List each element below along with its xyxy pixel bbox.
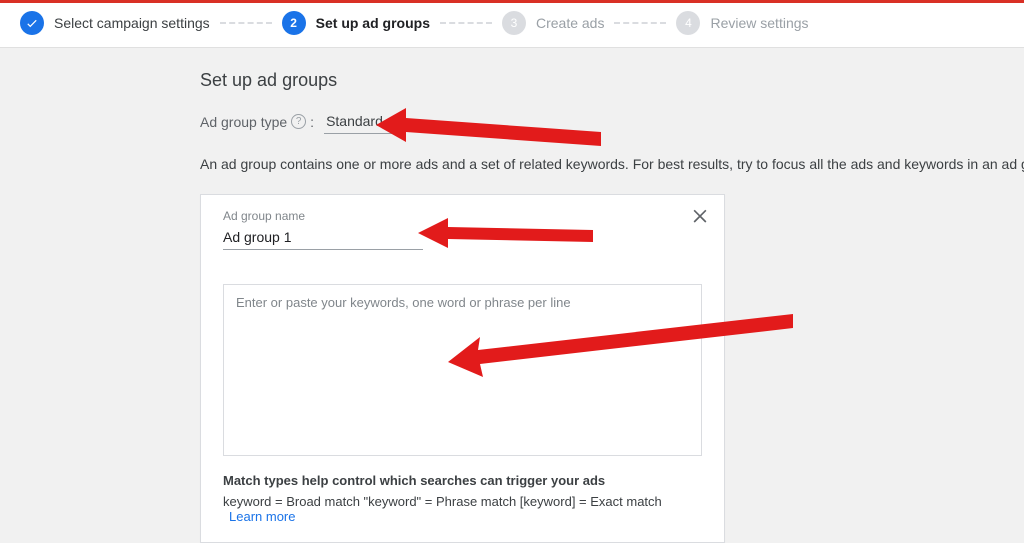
arrow-annotation <box>448 312 798 387</box>
match-types-text: keyword = Broad match "keyword" = Phrase… <box>223 494 662 509</box>
step-label: Set up ad groups <box>316 15 430 31</box>
close-icon[interactable] <box>690 205 710 228</box>
arrow-annotation <box>418 213 598 253</box>
match-types-title: Match types help control which searches … <box>223 473 702 488</box>
step-number: 4 <box>676 11 700 35</box>
step-1[interactable]: Select campaign settings <box>20 11 210 35</box>
connector <box>220 22 272 24</box>
match-types-line: keyword = Broad match "keyword" = Phrase… <box>223 494 702 524</box>
step-4[interactable]: 4 Review settings <box>676 11 808 35</box>
page-title: Set up ad groups <box>200 70 1024 91</box>
step-label: Select campaign settings <box>54 15 210 31</box>
type-colon: : <box>310 114 314 130</box>
step-label: Review settings <box>710 15 808 31</box>
ad-group-type-row: Ad group type ? : Standard <box>200 109 1024 134</box>
step-3[interactable]: 3 Create ads <box>502 11 604 35</box>
type-value: Standard <box>326 113 383 129</box>
description-text: An ad group contains one or more ads and… <box>200 156 1024 172</box>
stepper-bar: Select campaign settings 2 Set up ad gro… <box>0 0 1024 48</box>
connector <box>440 22 492 24</box>
connector <box>614 22 666 24</box>
step-number: 2 <box>282 11 306 35</box>
help-icon[interactable]: ? <box>291 114 306 129</box>
ad-group-name-input[interactable] <box>223 225 423 250</box>
step-label: Create ads <box>536 15 604 31</box>
step-2[interactable]: 2 Set up ad groups <box>282 11 430 35</box>
check-icon <box>20 11 44 35</box>
arrow-annotation <box>376 100 606 150</box>
step-number: 3 <box>502 11 526 35</box>
type-label: Ad group type <box>200 114 287 130</box>
